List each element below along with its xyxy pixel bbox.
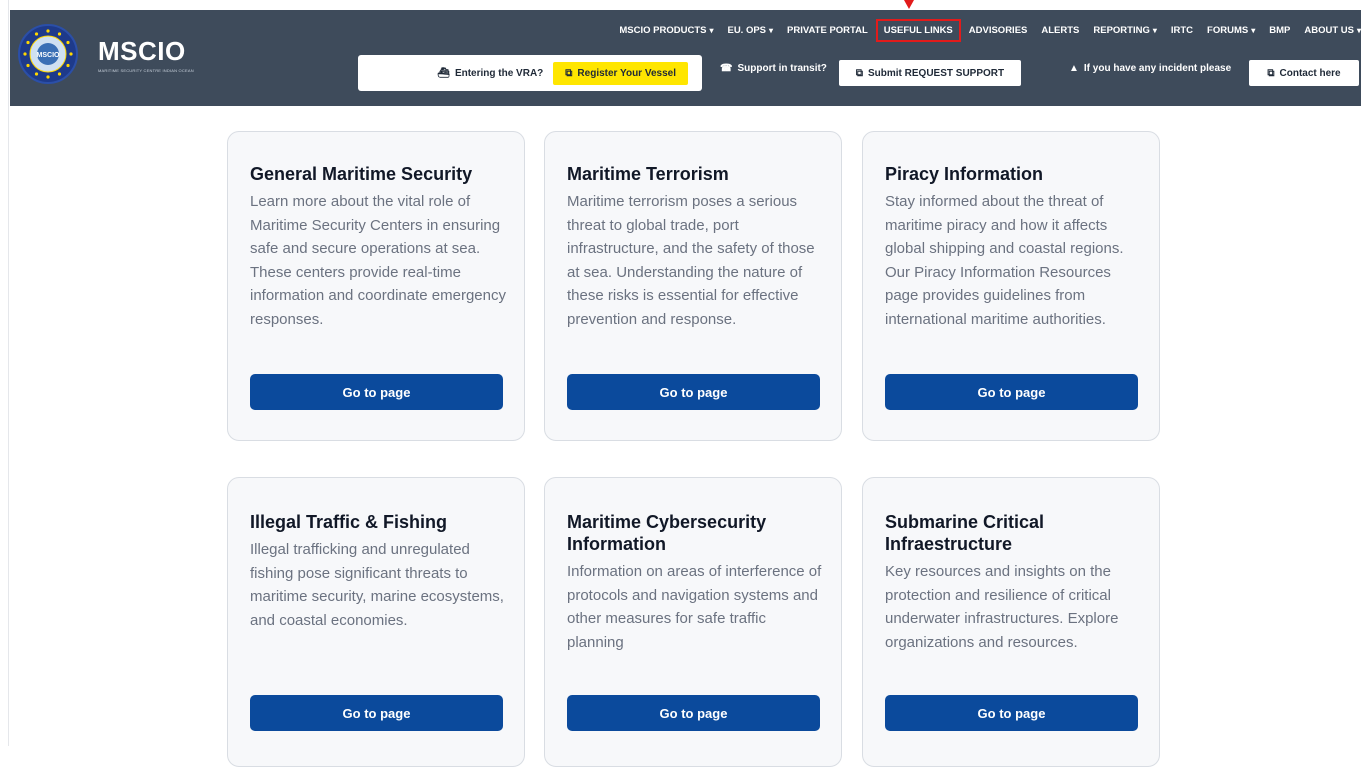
card-text: Stay informed about the threat of mariti… — [885, 193, 1124, 328]
nav-item-alerts[interactable]: ALERTS — [1041, 25, 1079, 36]
headset-icon: ☎ — [720, 63, 733, 74]
card-text: Key resources and insights on the protec… — [885, 563, 1119, 651]
nav-item-advisories[interactable]: ADVISORIES — [969, 25, 1028, 36]
go-to-page-button[interactable]: Go to page — [250, 695, 503, 731]
card-submarine-critical-infrastructure: Submarine Critical Infraestructure Key r… — [862, 477, 1160, 767]
nav-item-bmp[interactable]: BMP — [1269, 25, 1290, 36]
chevron-down-icon: ▾ — [1356, 25, 1361, 35]
submit-request-support-button[interactable]: ⧉ Submit REQUEST SUPPORT — [839, 60, 1021, 86]
card-title: General Maritime Security — [250, 164, 473, 184]
brand-subtitle: MARITIME SECURITY CENTRE INDIAN OCEAN — [98, 68, 194, 73]
vra-panel: ⛴ Entering the VRA? ⧉ Register Your Vess… — [358, 55, 702, 91]
nav-item-eu-ops[interactable]: EU. OPS ▾ — [727, 25, 773, 36]
card-illegal-traffic-fishing: Illegal Traffic & Fishing Illegal traffi… — [227, 477, 525, 767]
go-to-page-button[interactable]: Go to page — [567, 374, 820, 410]
logo-text: MSCIO — [37, 52, 61, 59]
nav-item-private-portal[interactable]: PRIVATE PORTAL — [787, 25, 868, 36]
card-text: Learn more about the vital role of Marit… — [250, 193, 506, 328]
contact-here-button[interactable]: ⧉ Contact here — [1249, 60, 1359, 86]
nav-item-useful-links[interactable]: USEFUL LINKS — [875, 18, 961, 42]
incident-label: ▲ If you have any incident please — [1069, 63, 1232, 74]
card-title: Piracy Information — [885, 164, 1044, 184]
chevron-down-icon: ▾ — [1251, 25, 1256, 35]
card-maritime-terrorism: Maritime Terrorism Maritime terrorism po… — [544, 131, 842, 441]
card-text: Information on areas of interference of … — [567, 563, 822, 651]
nav-item-about-us[interactable]: ABOUT US ▾ — [1304, 25, 1361, 36]
chevron-down-icon: ▾ — [769, 25, 774, 35]
go-to-page-button[interactable]: Go to page — [250, 374, 503, 410]
highlight-marker-arrow — [904, 0, 914, 9]
page-left-border — [8, 0, 9, 746]
card-title: Maritime Terrorism — [567, 164, 729, 184]
card-title: Submarine Critical Infraestructure — [885, 512, 1045, 554]
support-label: ☎ Support in transit? — [720, 63, 827, 74]
nav-item-irtc[interactable]: IRTC — [1171, 25, 1193, 36]
card-general-maritime-security: General Maritime Security Learn more abo… — [227, 131, 525, 441]
chevron-down-icon: ▾ — [709, 25, 714, 35]
chevron-down-icon: ▾ — [1152, 25, 1157, 35]
card-piracy-information: Piracy Information Stay informed about t… — [862, 131, 1160, 441]
ship-icon: ⛴ — [437, 67, 450, 79]
card-title: Illegal Traffic & Fishing — [250, 512, 448, 532]
external-link-icon: ⧉ — [855, 67, 863, 79]
warning-icon: ▲ — [1069, 63, 1079, 74]
external-link-icon: ⧉ — [1267, 67, 1275, 79]
register-vessel-button[interactable]: ⧉ Register Your Vessel — [553, 61, 688, 85]
nav-item-reporting[interactable]: REPORTING ▾ — [1093, 25, 1157, 36]
brand-name[interactable]: MSCIO — [98, 36, 186, 67]
card-maritime-cybersecurity: Maritime Cybersecurity Information Infor… — [544, 477, 842, 767]
go-to-page-button[interactable]: Go to page — [567, 695, 820, 731]
card-text: Maritime terrorism poses a serious threa… — [567, 193, 815, 328]
nav-item-forums[interactable]: FORUMS ▾ — [1207, 25, 1255, 36]
vra-label: ⛴ Entering the VRA? — [437, 67, 544, 79]
card-text: Illegal trafficking and unregulated fish… — [250, 541, 504, 629]
external-link-icon: ⧉ — [565, 67, 573, 79]
go-to-page-button[interactable]: Go to page — [885, 374, 1138, 410]
main-nav: MSCIO PRODUCTS ▾ EU. OPS ▾ PRIVATE PORTAL … — [605, 18, 1361, 42]
nav-item-mscio-products[interactable]: MSCIO PRODUCTS ▾ — [619, 25, 713, 36]
card-title: Maritime Cybersecurity Information — [567, 512, 767, 554]
go-to-page-button[interactable]: Go to page — [885, 695, 1138, 731]
eu-logo-icon[interactable]: MSCIO — [18, 24, 78, 84]
